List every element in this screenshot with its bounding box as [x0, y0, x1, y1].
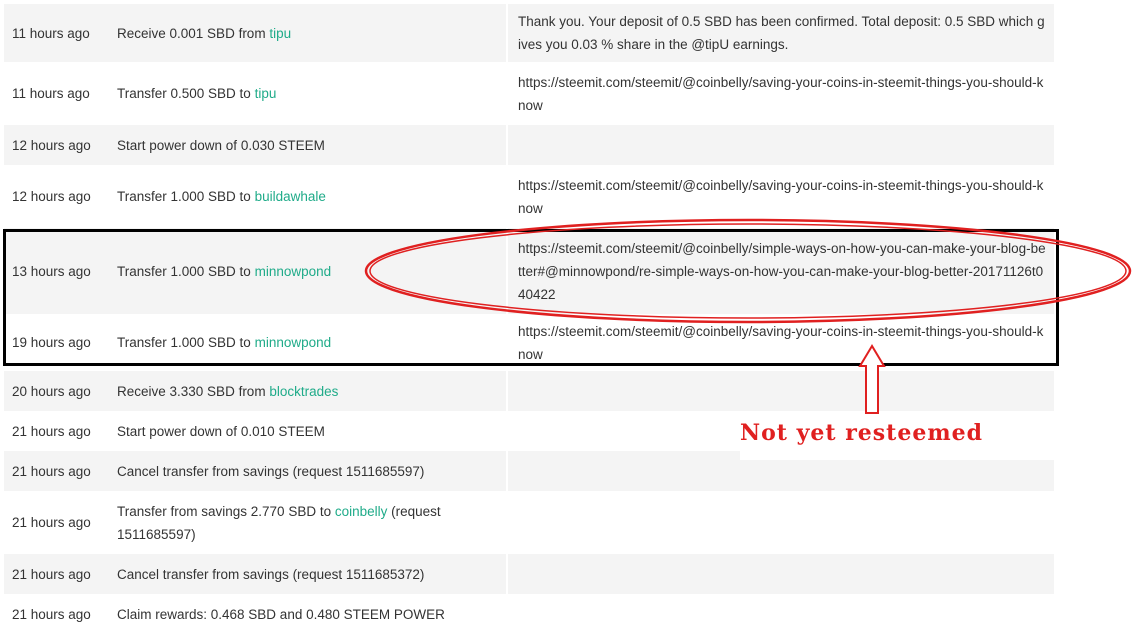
transaction-memo [506, 594, 1054, 634]
transaction-memo: https://steemit.com/steemit/@coinbelly/s… [506, 228, 1054, 314]
transaction-operation: Start power down of 0.030 STEEM [109, 125, 507, 165]
transaction-time: 21 hours ago [4, 451, 109, 491]
transaction-time: 21 hours ago [12, 423, 91, 439]
table-row: 21 hours ago Claim rewards: 0.468 SBD an… [4, 594, 1054, 634]
transaction-memo: https://steemit.com/steemit/@coinbelly/s… [506, 314, 1054, 371]
transaction-time: 21 hours ago [4, 554, 109, 594]
transaction-memo [506, 491, 1054, 554]
transaction-memo: Thank you. Your deposit of 0.5 SBD has b… [506, 4, 1054, 62]
transaction-history-table: 11 hours ago Receive 0.001 SBD from tipu… [4, 4, 1054, 634]
user-link[interactable]: coinbelly [335, 504, 388, 519]
transaction-time: 20 hours ago [4, 371, 109, 411]
transaction-operation: Receive 0.001 SBD from tipu [109, 4, 507, 62]
transaction-memo [506, 451, 1054, 491]
user-link[interactable]: buildawhale [255, 189, 326, 204]
transaction-memo: https://steemit.com/steemit/@coinbelly/s… [506, 165, 1054, 228]
transaction-time: 11 hours ago [12, 86, 90, 101]
table-row: 13 hours ago Transfer 1.000 SBD to minno… [4, 228, 1054, 314]
transaction-operation: Start power down of 0.010 STEEM [117, 423, 325, 439]
transaction-operation: Transfer from savings 2.770 SBD to coinb… [117, 503, 441, 542]
transaction-time: 11 hours ago [4, 4, 109, 62]
transaction-time: 21 hours ago [12, 606, 91, 622]
table-row: 11 hours ago Transfer 0.500 SBD to tipu … [4, 62, 1054, 125]
transaction-time: 13 hours ago [4, 228, 109, 314]
user-link[interactable]: minnowpond [255, 264, 332, 279]
table-row: 21 hours ago Cancel transfer from saving… [4, 554, 1054, 594]
table-row: 12 hours ago Start power down of 0.030 S… [4, 125, 1054, 165]
transaction-operation: Transfer 1.000 SBD to buildawhale [117, 189, 326, 204]
transaction-operation: Cancel transfer from savings (request 15… [109, 451, 507, 491]
transaction-operation: Receive 3.330 SBD from blocktrades [109, 371, 507, 411]
user-link[interactable]: minnowpond [255, 335, 332, 350]
transaction-memo [506, 125, 1054, 165]
transaction-time: 21 hours ago [12, 515, 91, 530]
transaction-operation: Transfer 1.000 SBD to minnowpond [109, 228, 507, 314]
transaction-operation: Cancel transfer from savings (request 15… [109, 554, 507, 594]
table-row: 21 hours ago Cancel transfer from saving… [4, 451, 1054, 491]
transaction-memo [506, 371, 1054, 411]
transaction-operation: Transfer 1.000 SBD to minnowpond [117, 335, 332, 350]
transaction-memo: https://steemit.com/steemit/@coinbelly/s… [506, 62, 1054, 125]
transaction-operation: Transfer 0.500 SBD to tipu [117, 86, 277, 101]
table-row: 11 hours ago Receive 0.001 SBD from tipu… [4, 4, 1054, 62]
user-link[interactable]: tipu [255, 86, 277, 101]
transaction-memo [506, 554, 1054, 594]
transaction-time: 19 hours ago [12, 335, 91, 350]
user-link[interactable]: blocktrades [269, 384, 338, 399]
transaction-time: 12 hours ago [12, 189, 91, 204]
user-link[interactable]: tipu [269, 26, 291, 41]
table-row: 21 hours ago Transfer from savings 2.770… [4, 491, 1054, 554]
table-row: 20 hours ago Receive 3.330 SBD from bloc… [4, 371, 1054, 411]
table-row: 12 hours ago Transfer 1.000 SBD to build… [4, 165, 1054, 228]
table-row: 19 hours ago Transfer 1.000 SBD to minno… [4, 314, 1054, 371]
annotation-note-text: Not yet resteemed [740, 420, 983, 446]
transaction-operation: Claim rewards: 0.468 SBD and 0.480 STEEM… [117, 606, 445, 622]
transaction-time: 12 hours ago [4, 125, 109, 165]
